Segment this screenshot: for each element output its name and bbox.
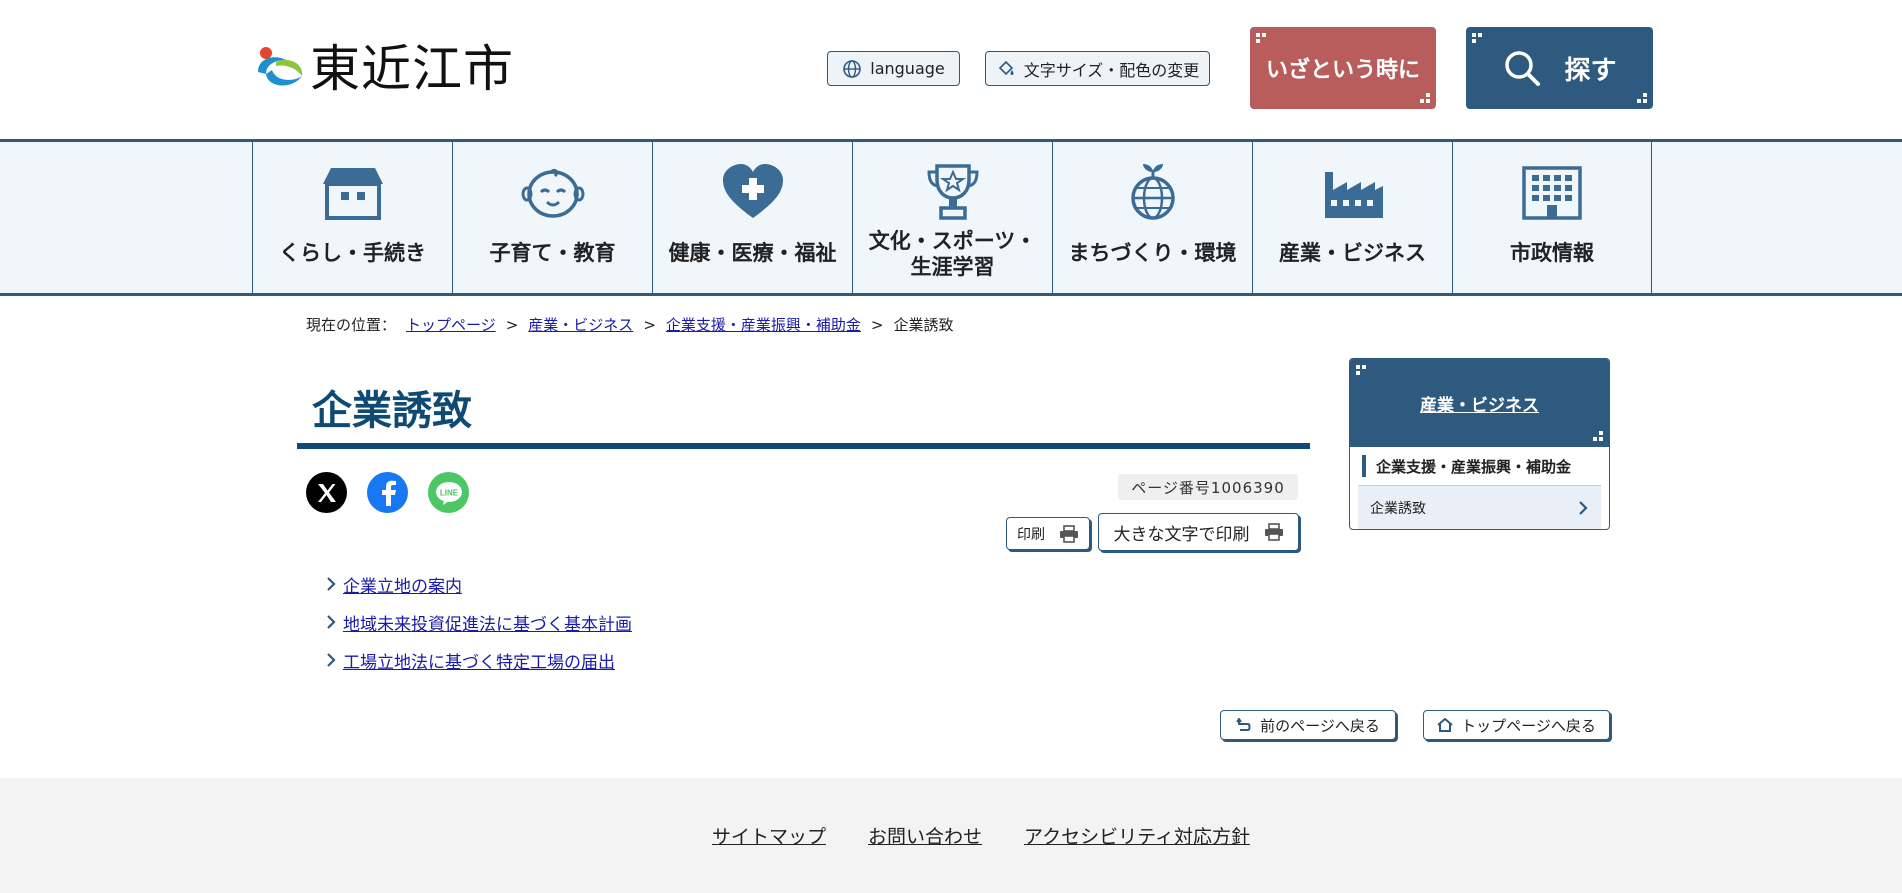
print-label: 印刷: [1017, 526, 1045, 543]
breadcrumb-link[interactable]: トップページ: [406, 314, 496, 335]
content-link[interactable]: 地域未来投資促進法に基づく基本計画: [343, 610, 632, 635]
page-number: ページ番号1006390: [1118, 474, 1298, 500]
print-large-button[interactable]: 大きな文字で印刷: [1098, 513, 1299, 551]
x-share-icon[interactable]: [306, 472, 347, 513]
emergency-button[interactable]: いざという時に: [1250, 27, 1436, 109]
breadcrumb-separator: >: [505, 315, 519, 334]
list-item: 工場立地法に基づく特定工場の届出: [325, 641, 632, 679]
category-marker: [1362, 455, 1366, 477]
share-buttons: LINE: [306, 472, 469, 513]
corner-decoration: [1356, 365, 1368, 377]
side-nav: 産業・ビジネス 企業支援・産業振興・補助金 企業誘致: [1349, 358, 1610, 530]
breadcrumb-link[interactable]: 産業・ビジネス: [528, 314, 633, 335]
printer-icon: [1060, 524, 1078, 543]
corner-decoration: [1635, 91, 1647, 103]
search-label: 探す: [1564, 55, 1617, 86]
breadcrumb: 現在の位置： トップページ > 産業・ビジネス > 企業支援・産業振興・補助金 …: [306, 314, 954, 335]
footer-link-contact[interactable]: お問い合わせ: [868, 822, 982, 849]
side-nav-item-current[interactable]: 企業誘致: [1358, 485, 1601, 529]
side-nav-category[interactable]: 企業支援・産業振興・補助金: [1350, 447, 1609, 485]
corner-decoration: [1472, 33, 1484, 45]
building-icon: [1522, 166, 1582, 220]
gnav-item-childcare[interactable]: 子育て・教育: [452, 142, 652, 293]
back-page-button[interactable]: 前のページへ戻る: [1220, 710, 1396, 740]
gnav-item-living[interactable]: くらし・手続き: [252, 142, 452, 293]
side-nav-category-label: 企業支援・産業振興・補助金: [1376, 457, 1572, 476]
trophy-icon: [926, 164, 979, 220]
text-size-color-button[interactable]: 文字サイズ・配色の変更: [985, 51, 1210, 86]
gnav-label-line: 文化・スポーツ・ 生涯学習: [868, 229, 1037, 279]
heart-cross-icon: [722, 164, 783, 218]
chevron-right-icon: [1579, 500, 1588, 515]
factory-icon: [1324, 172, 1383, 218]
content-link[interactable]: 企業立地の案内: [343, 572, 462, 597]
list-item: 地域未来投資促進法に基づく基本計画: [325, 603, 632, 641]
language-button[interactable]: language: [827, 51, 960, 86]
gnav-label: 健康・医療・福祉: [668, 241, 837, 265]
corner-decoration: [1256, 33, 1268, 45]
print-large-label: 大きな文字で印刷: [1113, 524, 1250, 545]
page-title: 企業誘致: [312, 388, 472, 434]
baby-face-icon: [521, 168, 584, 218]
chevron-right-icon: [327, 653, 336, 667]
gnav-item-town[interactable]: まちづくり・環境: [1052, 142, 1252, 293]
side-nav-heading[interactable]: 産業・ビジネス: [1350, 359, 1609, 447]
line-share-icon[interactable]: LINE: [428, 472, 469, 513]
back-page-label: 前のページへ戻る: [1260, 716, 1380, 735]
return-arrow-icon: [1236, 718, 1251, 731]
footer-links: サイトマップ お問い合わせ アクセシビリティ対応方針: [712, 822, 1250, 849]
gnav-item-culture[interactable]: 文化・スポーツ・ 生涯学習: [852, 142, 1052, 293]
house-icon: [322, 168, 383, 220]
print-button[interactable]: 印刷: [1006, 517, 1090, 550]
paint-bucket-icon: [998, 60, 1014, 75]
global-nav: くらし・手続き 子育て・教育 健康・医療・福祉 文化・スポーツ・ 生涯学習 まち…: [0, 139, 1902, 296]
content-link[interactable]: 工場立地法に基づく特定工場の届出: [343, 648, 615, 673]
breadcrumb-current: 企業誘致: [893, 316, 954, 334]
side-nav-item-label: 企業誘致: [1370, 500, 1426, 517]
home-icon: [1437, 718, 1453, 732]
printer-icon: [1264, 523, 1283, 541]
site-header: 東近江市 language 文字サイズ・配色の変更 いざという時に 探す: [0, 0, 1902, 140]
facebook-share-icon[interactable]: [367, 472, 408, 513]
gnav-item-health[interactable]: 健康・医療・福祉: [652, 142, 852, 293]
gnav-label: 文化・スポーツ・ 生涯学習: [869, 228, 1037, 280]
site-logo[interactable]: 東近江市: [252, 42, 514, 96]
breadcrumb-link[interactable]: 企業支援・産業振興・補助金: [666, 314, 861, 335]
side-nav-heading-label: 産業・ビジネス: [1420, 395, 1539, 416]
globe-sprout-icon: [1130, 164, 1175, 220]
text-size-label: 文字サイズ・配色の変更: [1023, 60, 1200, 80]
emergency-label: いざという時に: [1265, 58, 1420, 83]
gnav-label: 市政情報: [1510, 241, 1594, 265]
gnav-label: 産業・ビジネス: [1279, 241, 1426, 265]
title-divider: [297, 443, 1310, 449]
chevron-right-icon: [327, 577, 336, 591]
gnav-item-cityhall[interactable]: 市政情報: [1452, 142, 1652, 293]
site-footer: サイトマップ お問い合わせ アクセシビリティ対応方針: [0, 778, 1902, 893]
gnav-label: 子育て・教育: [489, 241, 616, 265]
top-page-label: トップページへ戻る: [1461, 716, 1596, 735]
corner-decoration: [1591, 429, 1603, 441]
svg-text:LINE: LINE: [439, 488, 458, 497]
logo-text: 東近江市: [310, 40, 514, 98]
footer-link-sitemap[interactable]: サイトマップ: [712, 822, 826, 849]
list-item: 企業立地の案内: [325, 565, 632, 603]
footer-link-accessibility[interactable]: アクセシビリティ対応方針: [1024, 822, 1250, 849]
breadcrumb-prefix: 現在の位置：: [306, 316, 397, 334]
breadcrumb-separator: >: [643, 315, 656, 334]
chevron-right-icon: [327, 615, 336, 629]
globe-icon: [843, 59, 862, 78]
search-button[interactable]: 探す: [1466, 27, 1653, 109]
top-page-button[interactable]: トップページへ戻る: [1423, 710, 1610, 740]
gnav-label: まちづくり・環境: [1068, 241, 1237, 265]
search-icon: [1505, 51, 1541, 86]
corner-decoration: [1418, 91, 1430, 103]
gnav-item-business[interactable]: 産業・ビジネス: [1252, 142, 1452, 293]
content-links: 企業立地の案内 地域未来投資促進法に基づく基本計画 工場立地法に基づく特定工場の…: [325, 565, 632, 679]
city-emblem-icon: [258, 47, 303, 86]
language-label: language: [870, 59, 945, 78]
breadcrumb-separator: >: [870, 315, 884, 334]
gnav-label: くらし・手続き: [279, 241, 426, 265]
